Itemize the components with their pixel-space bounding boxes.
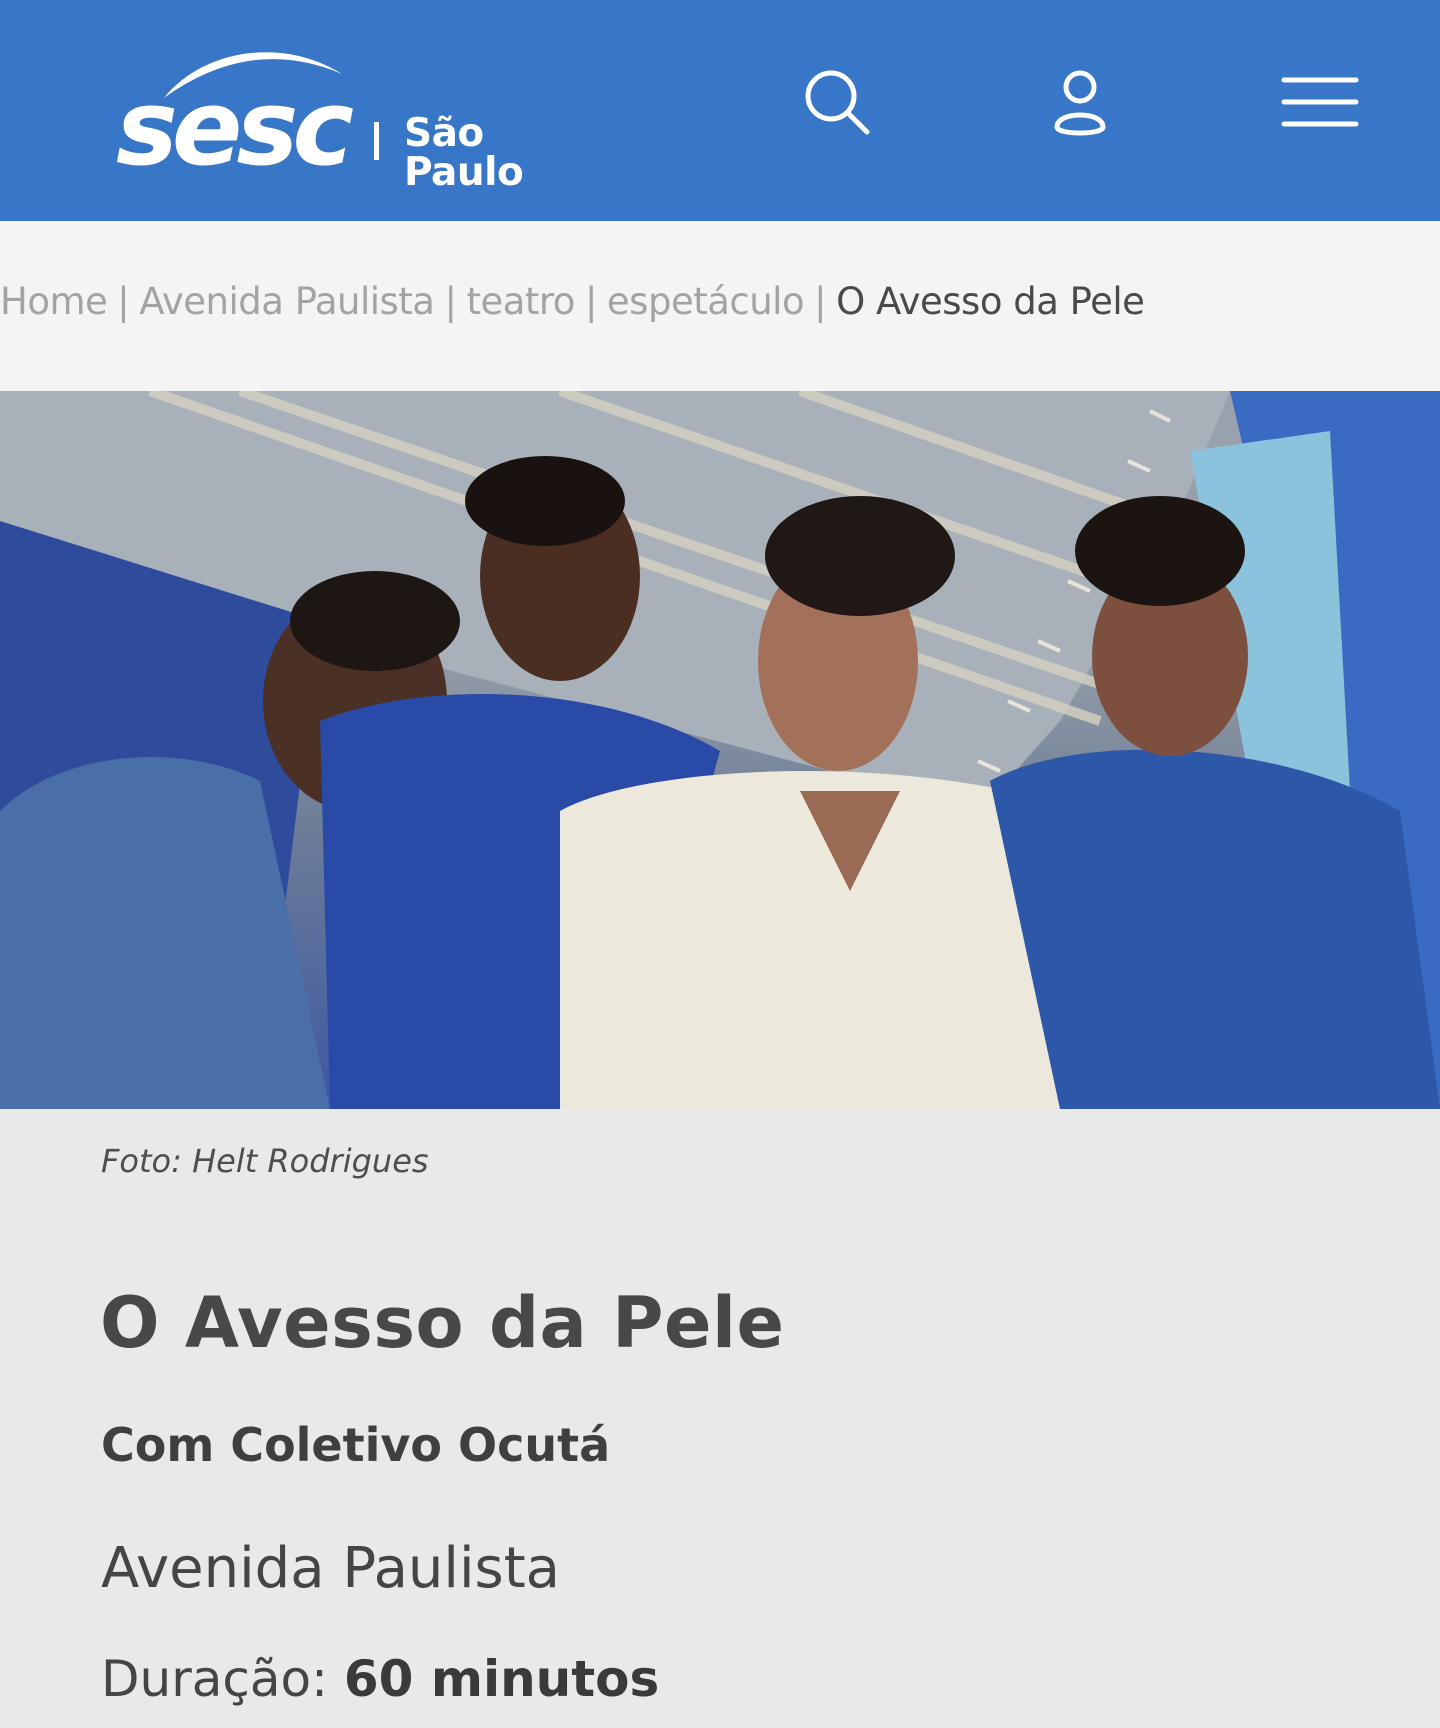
search-icon xyxy=(805,70,870,135)
logo-wordmark: sesc xyxy=(116,67,354,189)
breadcrumb-separator: | xyxy=(444,280,457,323)
event-title: O Avesso da Pele xyxy=(100,1282,785,1364)
user-icon xyxy=(1054,70,1106,136)
cast-photo-illustration xyxy=(0,391,1440,1109)
search-button[interactable] xyxy=(797,62,877,142)
account-button[interactable] xyxy=(1040,62,1120,142)
breadcrumb-bar: Home | Avenida Paulista | teatro | espetáculo |… xyxy=(0,221,1440,391)
breadcrumb-current: O Avesso da Pele xyxy=(836,280,1145,323)
logo-city: São Paulo xyxy=(404,111,524,195)
event-duration: Duração: 60 minutos xyxy=(101,1650,659,1708)
breadcrumb: Home | Avenida Paulista | teatro | espetáculo |… xyxy=(0,280,1145,323)
breadcrumb-home[interactable]: Home xyxy=(0,280,108,323)
logo-divider xyxy=(374,122,379,160)
duration-value: 60 minutos xyxy=(343,1650,660,1708)
menu-button[interactable] xyxy=(1280,62,1360,142)
menu-icon xyxy=(1281,77,1359,127)
duration-label: Duração: xyxy=(101,1650,328,1708)
event-venue: Avenida Paulista xyxy=(101,1536,560,1601)
breadcrumb-type[interactable]: espetáculo xyxy=(607,280,805,323)
photo-credit: Foto: Helt Rodrigues xyxy=(101,1142,429,1180)
hero-photo xyxy=(0,391,1440,1109)
breadcrumb-separator: | xyxy=(584,280,597,323)
breadcrumb-unit[interactable]: Avenida Paulista xyxy=(139,280,435,323)
breadcrumb-separator: | xyxy=(117,280,130,323)
breadcrumb-separator: | xyxy=(814,280,827,323)
sesc-logo[interactable]: sesc São Paulo xyxy=(112,40,612,192)
event-subtitle: Com Coletivo Ocutá xyxy=(101,1418,611,1472)
site-header: sesc São Paulo xyxy=(0,0,1440,221)
breadcrumb-category[interactable]: teatro xyxy=(466,280,575,323)
